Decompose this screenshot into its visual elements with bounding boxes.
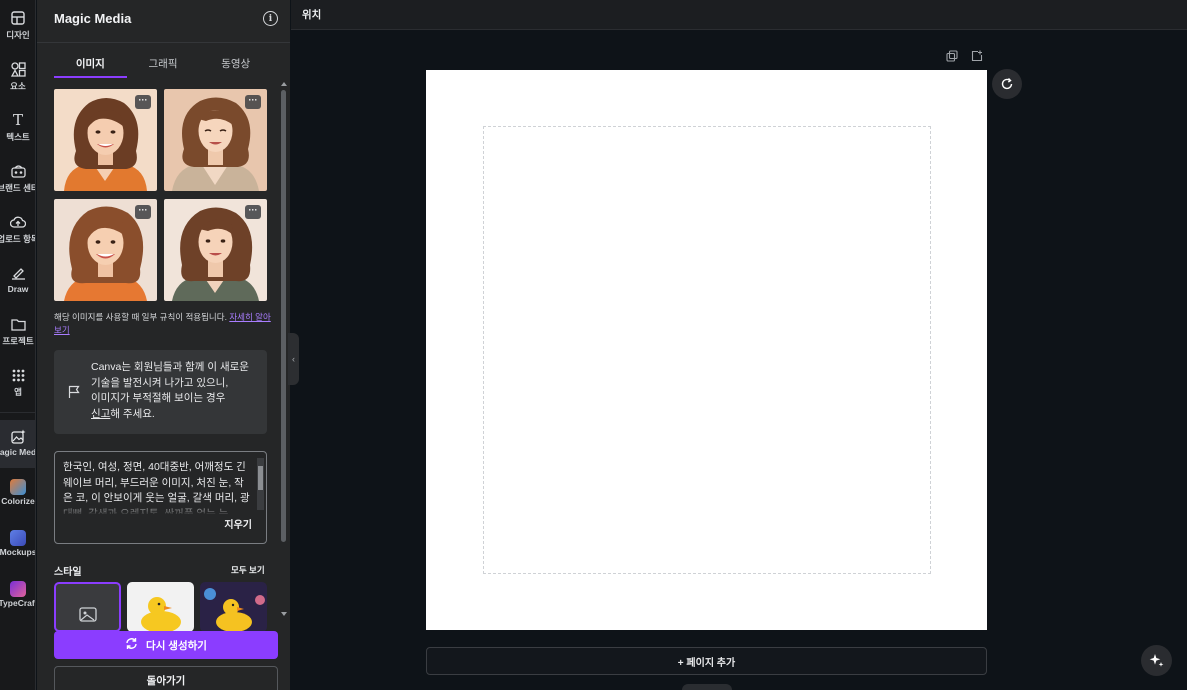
rail-divider xyxy=(0,412,35,413)
image-more-button[interactable]: ··· xyxy=(135,205,151,219)
design-icon xyxy=(8,8,28,28)
media-type-tabs: 이미지 그래픽 동영상 xyxy=(54,48,272,78)
magic-assistant-button[interactable] xyxy=(1141,645,1172,676)
rail-item-colorize[interactable]: Colorize xyxy=(0,471,35,519)
tab-video[interactable]: 동영상 xyxy=(199,48,272,78)
rail-item-elements[interactable]: 요소 xyxy=(0,53,35,101)
panel-title: Magic Media xyxy=(54,11,132,26)
rail-item-design[interactable]: 디자인 xyxy=(0,2,35,50)
rail-item-text[interactable]: T 텍스트 xyxy=(0,104,35,152)
side-rail: 디자인 요소 T 텍스트 브랜드 센터 업로드 항목 xyxy=(0,0,36,690)
rail-label: 텍스트 xyxy=(6,132,30,142)
panel-divider xyxy=(37,42,290,43)
style-card-duck-space[interactable] xyxy=(200,582,267,632)
generated-image-2[interactable]: ··· xyxy=(164,89,267,191)
report-line-2: 기술을 발전시켜 나가고 있으니, xyxy=(91,376,229,389)
style-card-none[interactable] xyxy=(54,582,121,632)
add-page-icon[interactable] xyxy=(971,50,983,65)
typecraft-icon xyxy=(10,581,26,597)
regenerate-label: 다시 생성하기 xyxy=(146,639,207,652)
panel-scrollbar[interactable] xyxy=(281,90,286,542)
editor-toolbar: 위치 xyxy=(291,0,1187,30)
rail-item-brand[interactable]: 브랜드 센터 xyxy=(0,155,35,203)
prompt-fade xyxy=(63,502,251,516)
refresh-icon xyxy=(1001,78,1013,90)
generated-image-1[interactable]: ··· xyxy=(54,89,157,191)
elements-icon xyxy=(8,59,28,79)
position-button[interactable]: 위치 xyxy=(302,7,321,22)
magic-media-panel: Magic Media i 이미지 그래픽 동영상 ··· ··· ··· ··… xyxy=(37,0,290,690)
prompt-input[interactable]: 한국인, 여성, 정면, 40대중반, 어깨정도 긴 웨이브 머리, 부드러운 … xyxy=(54,451,267,544)
rail-label: Magic Med... xyxy=(0,447,36,457)
scrollbar-down-arrow[interactable] xyxy=(281,612,287,616)
style-card-duck-light[interactable] xyxy=(127,582,194,632)
canva-editor: 디자인 요소 T 텍스트 브랜드 센터 업로드 항목 xyxy=(0,0,1187,690)
report-link[interactable]: 신고 xyxy=(91,408,110,420)
draw-icon xyxy=(8,263,28,283)
rail-item-projects[interactable]: 프로젝트 xyxy=(0,308,35,356)
report-message: Canva는 회원님들과 함께 이 새로운 기술을 발전시켜 나가고 있으니, … xyxy=(91,360,261,422)
add-page-button[interactable]: + 페이지 추가 xyxy=(426,647,987,675)
clear-prompt-button[interactable]: 지우기 xyxy=(224,516,252,531)
magic-media-icon xyxy=(8,426,28,446)
see-all-styles-link[interactable]: 모두 보기 xyxy=(231,564,265,576)
image-more-button[interactable]: ··· xyxy=(245,205,261,219)
rail-item-apps[interactable]: 앱 xyxy=(0,359,35,407)
brand-icon xyxy=(8,161,28,181)
safe-area-guide xyxy=(483,126,931,574)
rail-item-mockups[interactable]: Mockups xyxy=(0,522,36,570)
rail-label: TypeCraft xyxy=(0,598,36,608)
rail-label: 프로젝트 xyxy=(2,336,34,346)
flag-icon xyxy=(68,385,80,398)
mockups-icon xyxy=(10,530,26,546)
report-line-4: 해 주세요. xyxy=(110,407,155,420)
sparkle-icon xyxy=(1149,654,1164,667)
back-button[interactable]: 돌아가기 xyxy=(54,666,278,690)
rotate-page-button[interactable] xyxy=(992,69,1022,99)
rail-label: 브랜드 센터 xyxy=(0,183,35,193)
collapse-panel-handle[interactable]: ‹ xyxy=(288,333,299,385)
duplicate-page-icon[interactable] xyxy=(946,50,958,65)
image-more-button[interactable]: ··· xyxy=(135,95,151,109)
report-line-1: Canva는 회원님들과 함께 이 새로운 xyxy=(91,361,249,373)
rail-item-magic-media[interactable]: Magic Med... xyxy=(0,420,36,468)
regenerate-button[interactable]: 다시 생성하기 xyxy=(54,631,278,659)
usage-notice: 해당 이미지를 사용할 때 일부 규칙이 적용됩니다. 자세히 알아보기 xyxy=(54,311,274,337)
scrollbar-up-arrow[interactable] xyxy=(281,82,287,86)
rail-item-draw[interactable]: Draw xyxy=(0,257,35,305)
generated-image-3[interactable]: ··· xyxy=(54,199,157,301)
prompt-scrollbar-thumb[interactable] xyxy=(258,466,263,490)
colorize-icon xyxy=(10,479,26,495)
rail-label: 앱 xyxy=(14,387,22,397)
style-heading: 스타일 xyxy=(54,567,82,578)
rail-label: 업로드 항목 xyxy=(0,234,35,244)
rail-label: 요소 xyxy=(10,81,26,91)
rail-item-typecraft[interactable]: TypeCraft xyxy=(0,573,36,621)
design-page[interactable] xyxy=(426,70,987,630)
rail-label: Mockups xyxy=(0,547,36,557)
rail-label: Draw xyxy=(7,284,29,294)
info-icon[interactable]: i xyxy=(263,11,278,26)
chevron-left-icon: ‹ xyxy=(292,354,295,364)
rail-item-uploads[interactable]: 업로드 항목 xyxy=(0,206,35,254)
generated-image-4[interactable]: ··· xyxy=(164,199,267,301)
image-more-button[interactable]: ··· xyxy=(245,95,261,109)
report-line-3: 이미지가 부적절해 보이는 경우 xyxy=(91,392,226,404)
text-icon: T xyxy=(12,111,23,129)
uploads-icon xyxy=(8,212,28,232)
refresh-icon xyxy=(125,637,138,653)
rail-label: 디자인 xyxy=(6,30,30,40)
usage-notice-text: 해당 이미지를 사용할 때 일부 규칙이 적용됩니다. xyxy=(54,312,227,322)
report-card: Canva는 회원님들과 함께 이 새로운 기술을 발전시켜 나가고 있으니, … xyxy=(54,350,267,434)
image-placeholder-icon xyxy=(79,607,97,622)
rail-label: Colorize xyxy=(1,496,35,506)
page-scroll-indicator[interactable] xyxy=(682,684,732,690)
tab-graphic[interactable]: 그래픽 xyxy=(127,48,200,78)
projects-icon xyxy=(8,314,28,334)
tab-image[interactable]: 이미지 xyxy=(54,48,127,78)
apps-icon xyxy=(8,365,28,385)
